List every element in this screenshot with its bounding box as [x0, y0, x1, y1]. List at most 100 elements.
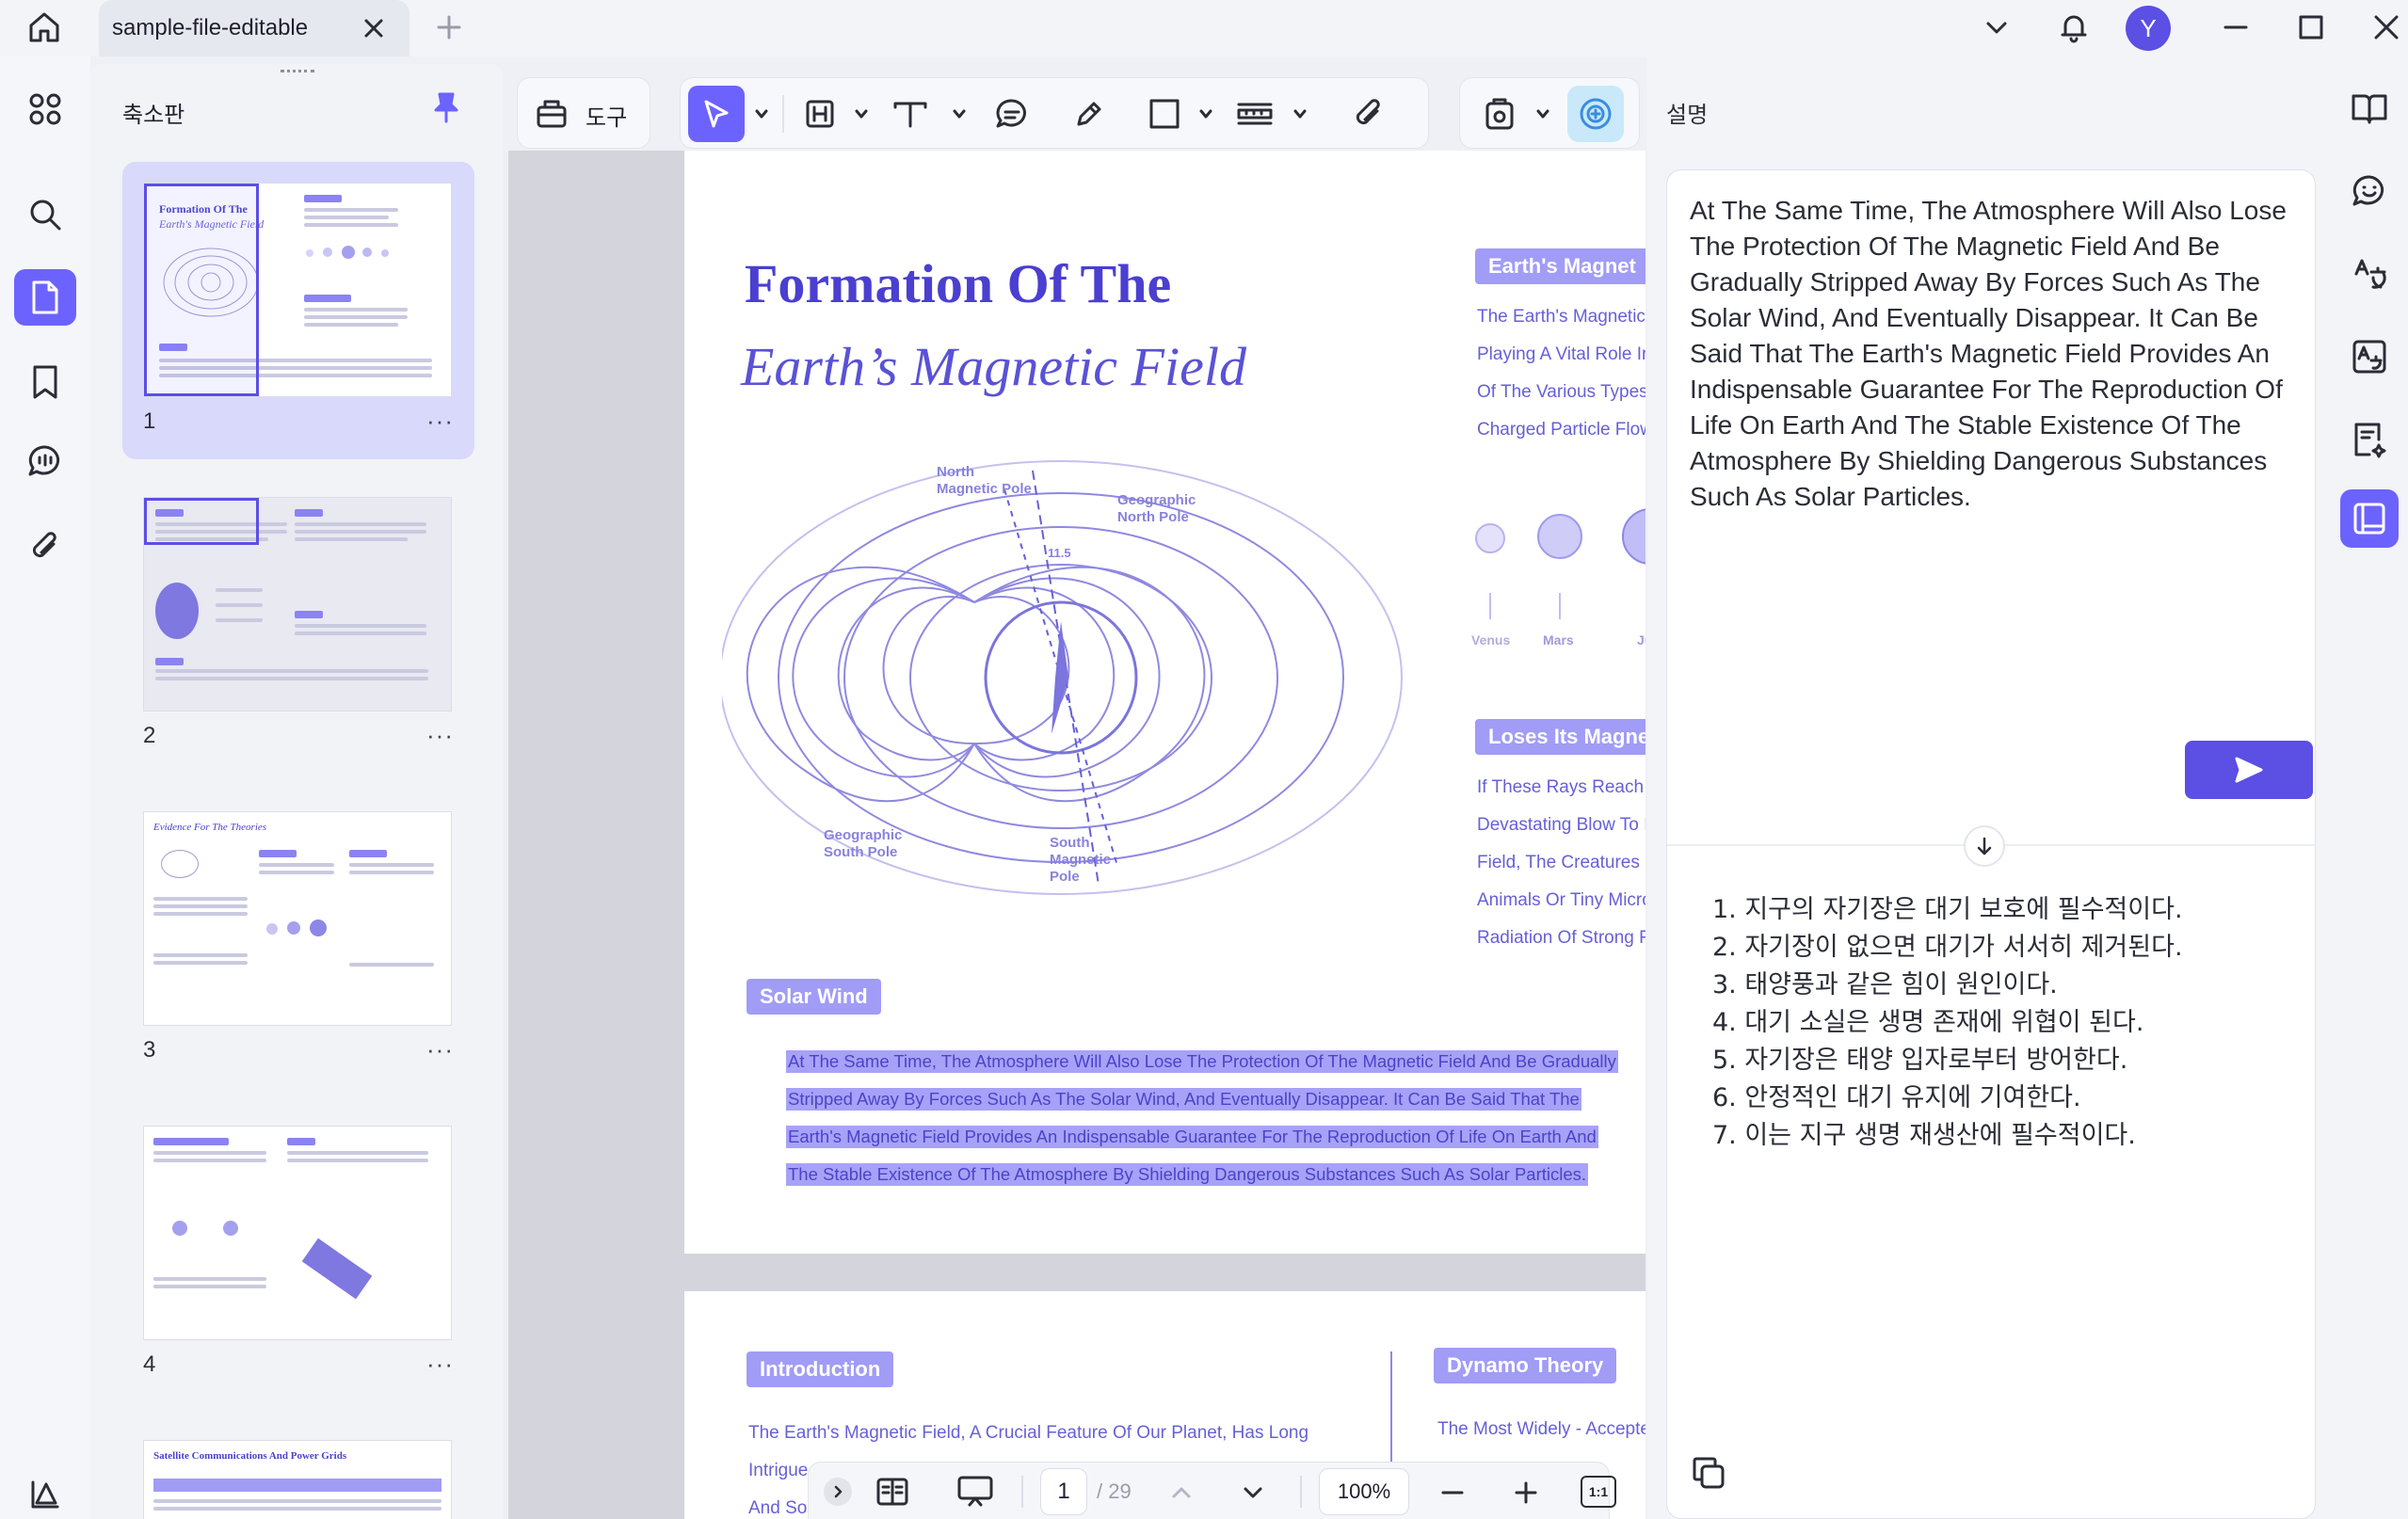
close-tab-icon[interactable]: [355, 9, 393, 47]
collapse-nav-button[interactable]: [824, 1478, 852, 1506]
chevron-down-icon[interactable]: [752, 104, 771, 123]
chevron-down-icon[interactable]: [852, 104, 871, 123]
select-tool-button[interactable]: [688, 86, 745, 142]
thumbnail-page-4[interactable]: 4 ···: [122, 1105, 474, 1402]
pen-tool-button[interactable]: [1061, 86, 1117, 142]
layers-icon[interactable]: [14, 1466, 76, 1519]
highlighted-text-line[interactable]: At The Same Time, The Atmosphere Will Al…: [786, 1050, 1618, 1073]
home-icon[interactable]: [21, 4, 68, 51]
page2-text-line: The Earth's Magnetic Field, A Crucial Fe…: [748, 1423, 1309, 1443]
north-magnetic-pole-label: North Magnetic Pole: [937, 464, 1032, 497]
tools-button[interactable]: 도구: [517, 77, 650, 149]
previous-page-icon[interactable]: [1163, 1474, 1200, 1511]
viewport-indicator[interactable]: [144, 184, 259, 396]
tools-label: 도구: [586, 104, 628, 131]
chevron-down-icon[interactable]: [1533, 104, 1552, 123]
thumbnail-page-number: 2: [143, 723, 156, 748]
planet-label: Venus: [1471, 632, 1511, 648]
summarize-icon[interactable]: [2340, 410, 2399, 469]
thumbnail-page-1[interactable]: Formation Of The Earth's Magnetic Field: [122, 162, 474, 459]
thumbnail-page-number: 1: [143, 408, 156, 434]
prompt-input[interactable]: At The Same Time, The Atmosphere Will Al…: [1690, 193, 2292, 515]
stamp-tool-button[interactable]: [1471, 86, 1528, 142]
maximize-icon[interactable]: [2288, 4, 2335, 51]
thumbnail-panel: 축소판 Formation Of The Earth's Magnetic Fi…: [90, 64, 503, 1519]
ai-chat-icon[interactable]: [2340, 162, 2399, 220]
next-page-icon[interactable]: [1234, 1474, 1272, 1511]
shape-tool-button[interactable]: [1136, 86, 1193, 142]
attachment-icon[interactable]: [14, 518, 76, 574]
result-item: 2. 자기장이 없으면 대기가 서서히 제거된다.: [1712, 933, 2183, 962]
pin-icon[interactable]: [427, 88, 465, 126]
zoom-in-icon[interactable]: [1507, 1474, 1545, 1511]
heading-tool-button[interactable]: [792, 86, 848, 142]
thumbnail-more-button[interactable]: ···: [426, 1350, 454, 1379]
copy-icon[interactable]: [1686, 1450, 1731, 1495]
pages-icon[interactable]: [14, 269, 76, 326]
properties-panel-icon[interactable]: [2340, 489, 2399, 548]
side-text-line: Field, The Creatures C: [1477, 853, 1645, 872]
new-tab-icon[interactable]: [425, 4, 473, 51]
chevron-down-icon[interactable]: [1973, 4, 2020, 51]
highlighted-text-line[interactable]: Earth's Magnetic Field Provides An Indis…: [786, 1126, 1598, 1148]
explain-card: At The Same Time, The Atmosphere Will Al…: [1666, 169, 2317, 1519]
drag-handle[interactable]: [281, 70, 314, 75]
document-tab[interactable]: sample-file-editable: [99, 0, 409, 56]
thumbnail-page-5[interactable]: Satellite Communications And Power Grids: [122, 1419, 474, 1519]
total-pages: / 29: [1097, 1479, 1132, 1503]
close-window-icon[interactable]: [2363, 4, 2408, 51]
side-text-line: Of The Various Types: [1477, 382, 1645, 402]
attach-tool-button[interactable]: [1340, 86, 1396, 142]
planet-mars: [1537, 514, 1582, 559]
side-text-line: Playing A Vital Role Ir: [1477, 344, 1645, 364]
zoom-out-icon[interactable]: [1434, 1474, 1471, 1511]
page2-text-line: The Most Widely - Accepted: [1437, 1419, 1645, 1439]
reading-mode-icon[interactable]: [871, 1470, 914, 1513]
ai-explain-panel: 설명 At The Same Time, The Atmosphere Will…: [1647, 56, 2325, 1519]
highlighted-text-line[interactable]: The Stable Existence Of The Atmosphere B…: [786, 1163, 1589, 1186]
result-list: 1. 지구의 자기장은 대기 보호에 필수적이다. 2. 자기장이 없으면 대기…: [1712, 891, 2183, 1155]
bell-icon[interactable]: [2050, 4, 2097, 51]
comment-tool-button[interactable]: [984, 86, 1040, 142]
measure-tool-button[interactable]: [1227, 86, 1283, 142]
side-text-line: If These Rays Reach: [1477, 777, 1645, 797]
planet-label: Ju: [1637, 632, 1645, 648]
thumbnail-more-button[interactable]: ···: [426, 721, 454, 750]
chevron-down-icon[interactable]: [950, 104, 969, 123]
book-icon[interactable]: [2340, 79, 2399, 137]
translate-page-icon[interactable]: [2340, 328, 2399, 386]
actual-size-button[interactable]: 1:1: [1581, 1476, 1616, 1508]
zoom-level-input[interactable]: 100%: [1319, 1468, 1409, 1515]
thumbnail-more-button[interactable]: ···: [426, 407, 454, 436]
thumbnail-page-2[interactable]: 2 ···: [122, 476, 474, 774]
thumbnail-page-3[interactable]: Evidence For The Theories 3 ···: [122, 791, 474, 1088]
planet-jupiter: [1622, 508, 1645, 565]
text-tool-button[interactable]: [882, 86, 939, 142]
search-icon[interactable]: [14, 186, 76, 243]
result-item: 6. 안정적인 대기 유지에 기여한다.: [1712, 1083, 2081, 1112]
page-number-input[interactable]: 1: [1040, 1468, 1087, 1515]
ai-assistant-button[interactable]: [1567, 86, 1624, 142]
thumbnail-more-button[interactable]: ···: [426, 1035, 454, 1064]
presentation-icon[interactable]: [952, 1470, 999, 1513]
thumbnail-page-number: 3: [143, 1037, 156, 1063]
highlighted-text-line[interactable]: Stripped Away By Forces Such As The Sola…: [786, 1088, 1581, 1111]
annotation-toolbar: [680, 77, 1429, 149]
bookmark-icon[interactable]: [14, 354, 76, 410]
grid-icon[interactable]: [14, 81, 76, 137]
comment-icon[interactable]: [14, 433, 76, 489]
chevron-down-icon[interactable]: [1196, 104, 1215, 123]
chevron-down-icon[interactable]: [1291, 104, 1309, 123]
thumbnail-panel-title: 축소판: [122, 102, 185, 128]
scroll-down-button[interactable]: [1964, 825, 2005, 867]
thumb-heading: Satellite Communications And Power Grids: [153, 1450, 347, 1462]
angle-label: 11.5: [1048, 546, 1071, 560]
tab-title: sample-file-editable: [112, 15, 309, 40]
result-item: 1. 지구의 자기장은 대기 보호에 필수적이다.: [1712, 895, 2183, 924]
send-button[interactable]: [2185, 741, 2313, 799]
translate-icon[interactable]: [2340, 245, 2399, 303]
minimize-icon[interactable]: [2212, 4, 2259, 51]
thumb-heading: Evidence For The Theories: [153, 822, 267, 833]
avatar[interactable]: Y: [2126, 6, 2171, 51]
thumbnail-image: Evidence For The Theories: [143, 811, 452, 1026]
